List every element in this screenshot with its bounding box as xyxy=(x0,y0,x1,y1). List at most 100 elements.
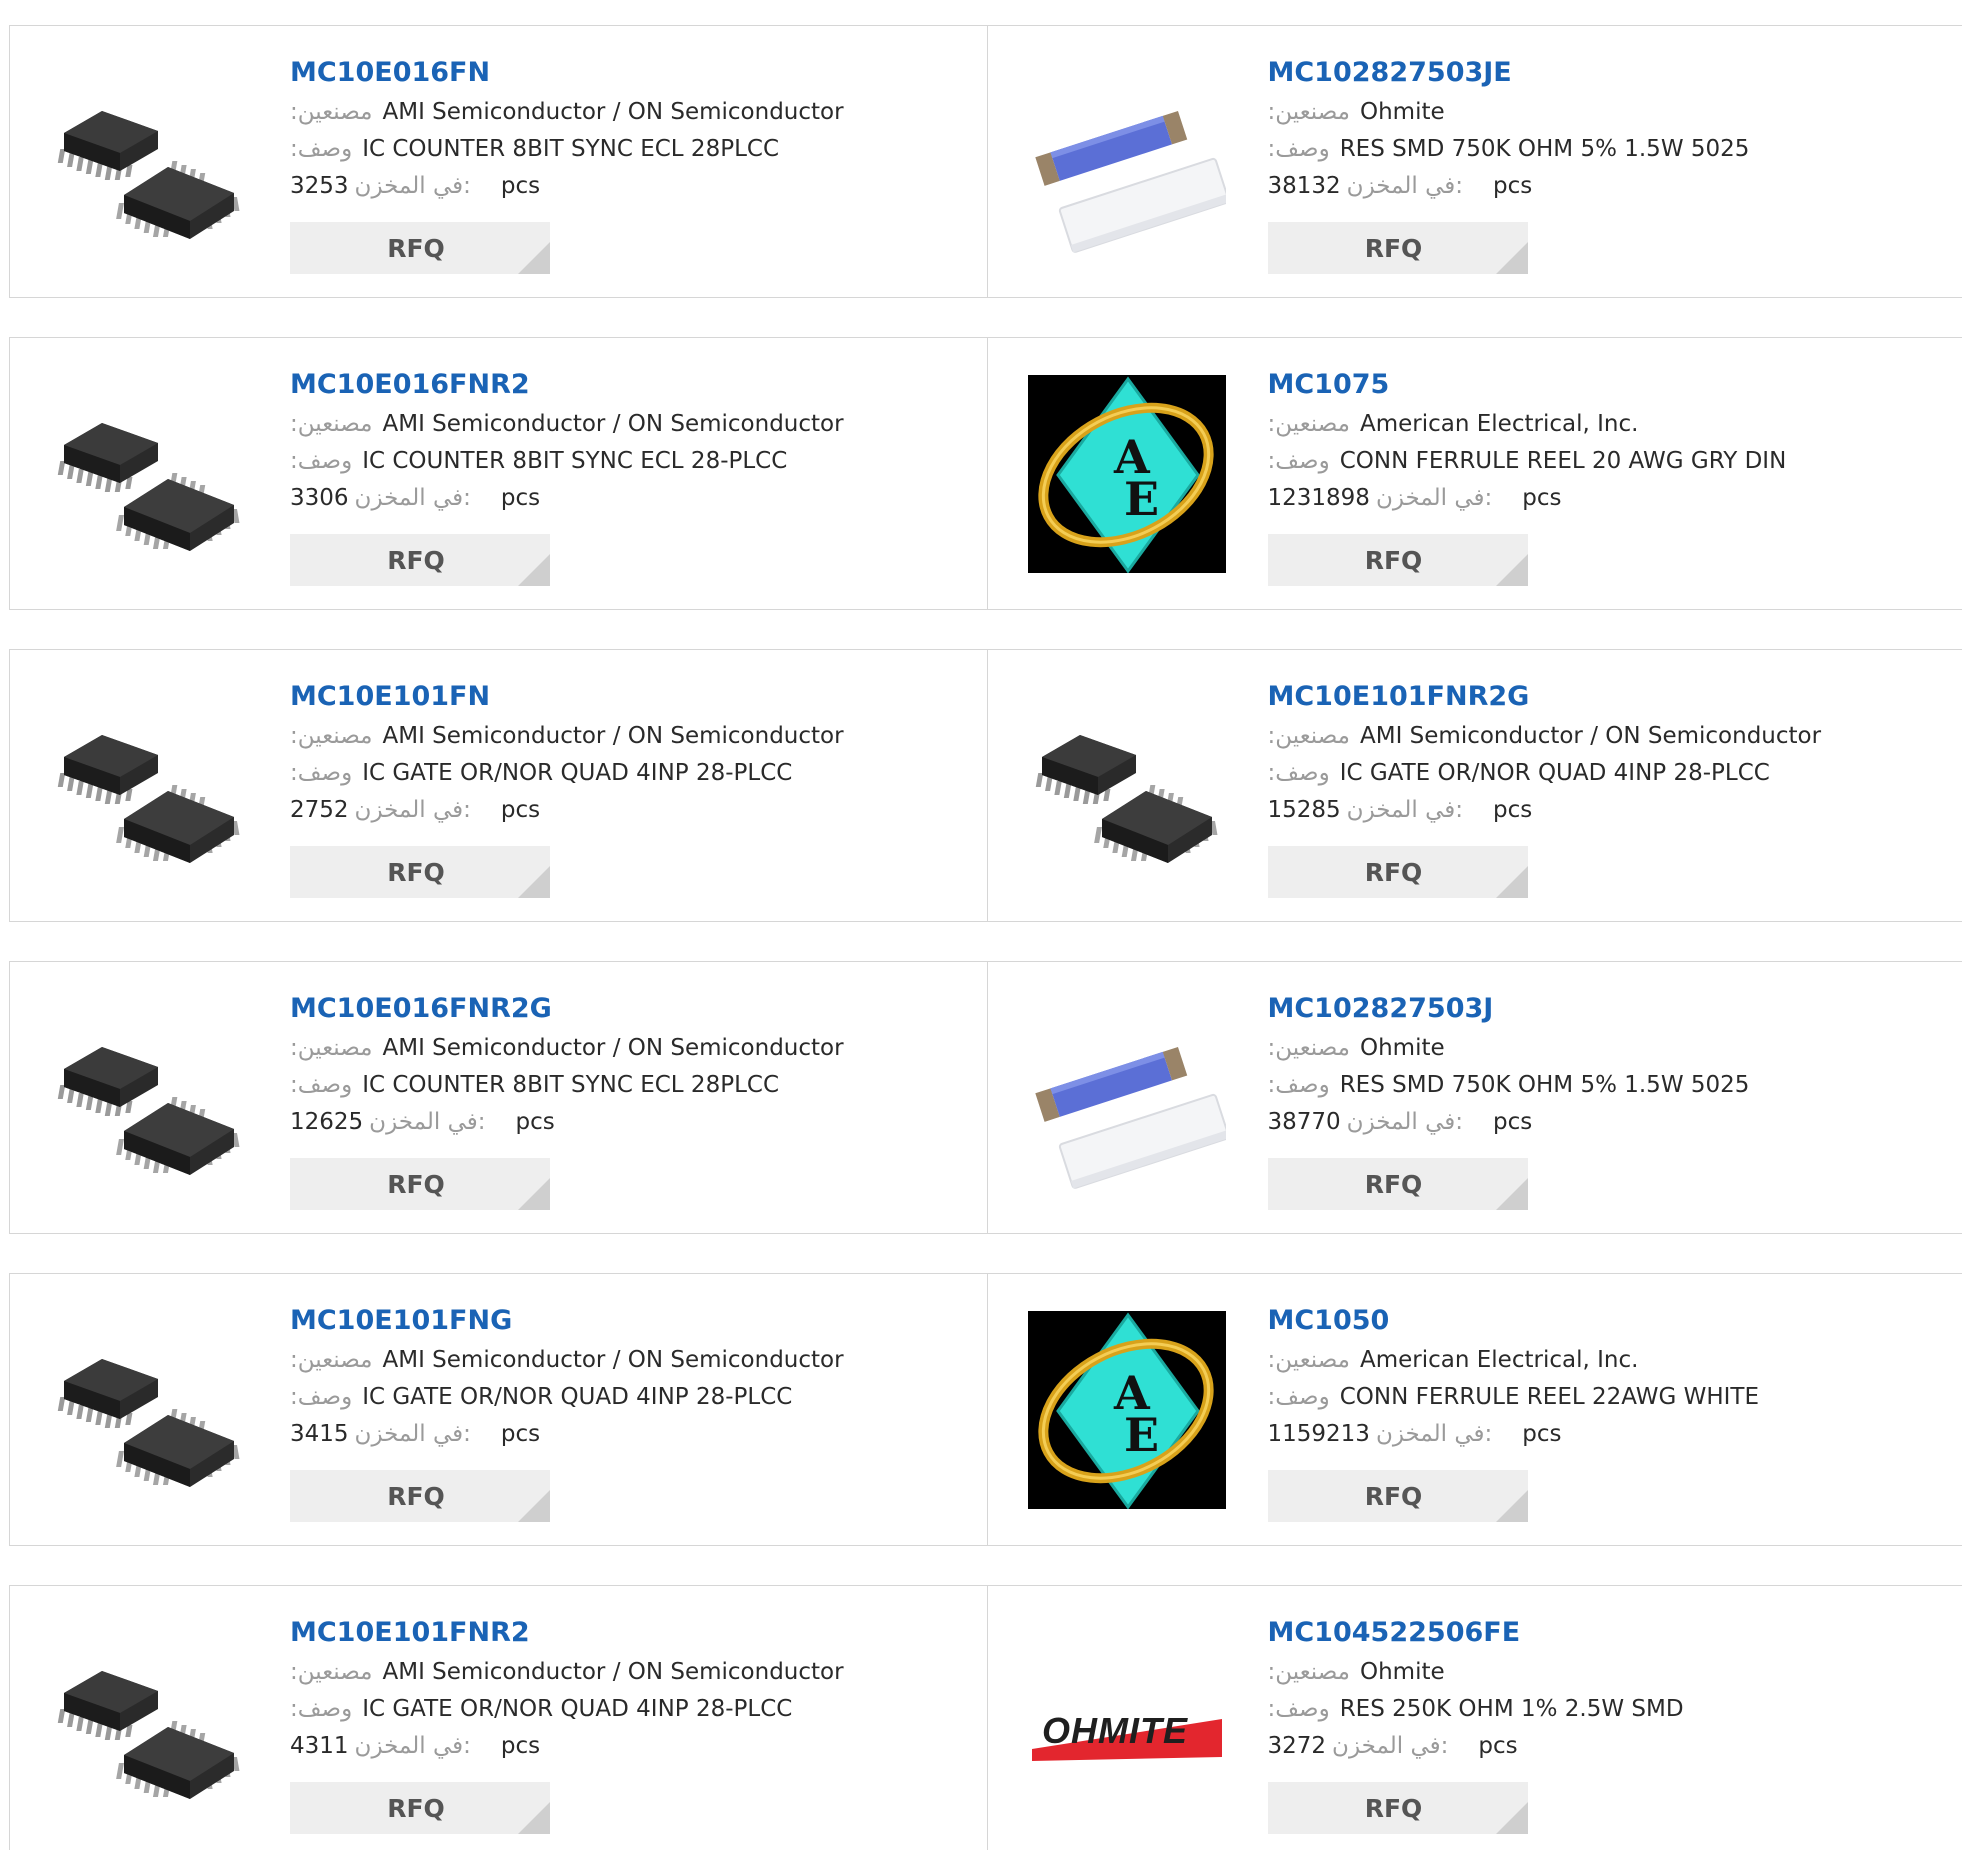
plcc-chip-icon[interactable] xyxy=(50,63,248,261)
description-label: :وصف xyxy=(290,1072,352,1098)
part-number-link[interactable]: MC104522506FE xyxy=(1268,1616,1928,1650)
stock-value: 38132 xyxy=(1268,173,1341,199)
description-value: CONN FERRULE REEL 20 AWG GRY DIN xyxy=(1340,448,1787,474)
rfq-button[interactable]: RFQ xyxy=(290,1782,550,1834)
manufacturer-label: :مصنعين xyxy=(290,99,373,125)
description-line: :وصفCONN FERRULE REEL 20 AWG GRY DIN xyxy=(1268,443,1928,480)
manufacturer-value: AMI Semiconductor / ON Semiconductor xyxy=(383,1659,844,1685)
stock-unit: pcs xyxy=(1478,1733,1517,1759)
stock-unit: pcs xyxy=(1493,1109,1532,1135)
rfq-button[interactable]: RFQ xyxy=(290,534,550,586)
rfq-button[interactable]: RFQ xyxy=(1268,1158,1528,1210)
ae-logo-icon[interactable]: A E xyxy=(1028,1311,1226,1509)
part-number-link[interactable]: MC1075 xyxy=(1268,368,1928,402)
part-number-link[interactable]: MC10E101FN xyxy=(290,680,950,714)
smd-resistor-icon[interactable] xyxy=(1028,999,1226,1197)
product-grid: MC10E016FN :مصنعينAMI Semiconductor / ON… xyxy=(9,25,1962,1850)
manufacturer-value: AMI Semiconductor / ON Semiconductor xyxy=(1360,723,1821,749)
rfq-label: RFQ xyxy=(1365,546,1423,575)
description-value: IC GATE OR/NOR QUAD 4INP 28-PLCC xyxy=(362,1384,792,1410)
manufacturer-label: :مصنعين xyxy=(290,1035,373,1061)
manufacturer-label: :مصنعين xyxy=(1268,411,1351,437)
corner-triangle-icon xyxy=(518,1802,550,1834)
rfq-button[interactable]: RFQ xyxy=(1268,1782,1528,1834)
rfq-label: RFQ xyxy=(1365,1170,1423,1199)
manufacturer-line: :مصنعينOhmite xyxy=(1268,1654,1928,1691)
part-number-link[interactable]: MC10E016FNR2 xyxy=(290,368,950,402)
manufacturer-value: American Electrical, Inc. xyxy=(1360,411,1638,437)
manufacturer-value: AMI Semiconductor / ON Semiconductor xyxy=(383,1035,844,1061)
plcc-chip-icon[interactable] xyxy=(50,687,248,885)
rfq-button[interactable]: RFQ xyxy=(1268,1470,1528,1522)
manufacturer-label: :مصنعين xyxy=(290,723,373,749)
stock-unit: pcs xyxy=(516,1109,555,1135)
description-label: :وصف xyxy=(1268,1696,1330,1722)
ohmite-logo-icon[interactable]: OHMITE xyxy=(1028,1623,1226,1821)
description-line: :وصفRES SMD 750K OHM 5% 1.5W 5025 xyxy=(1268,131,1928,168)
plcc-chip-icon[interactable] xyxy=(50,1311,248,1509)
rfq-label: RFQ xyxy=(387,1170,445,1199)
manufacturer-line: :مصنعينAMI Semiconductor / ON Semiconduc… xyxy=(290,1342,950,1379)
manufacturer-label: :مصنعين xyxy=(1268,1347,1351,1373)
manufacturer-value: AMI Semiconductor / ON Semiconductor xyxy=(383,1347,844,1373)
product-card: MC10E101FNG :مصنعينAMI Semiconductor / O… xyxy=(10,1274,987,1545)
plcc-chip-icon[interactable] xyxy=(1028,687,1226,885)
part-number-link[interactable]: MC102827503J xyxy=(1268,992,1928,1026)
corner-triangle-icon xyxy=(518,1490,550,1522)
stock-value: 3415 xyxy=(290,1421,349,1447)
plcc-chip-icon[interactable] xyxy=(50,999,248,1197)
description-line: :وصفRES 250K OHM 1% 2.5W SMD xyxy=(1268,1691,1928,1728)
rfq-button[interactable]: RFQ xyxy=(290,222,550,274)
product-card: MC10E101FNR2 :مصنعينAMI Semiconductor / … xyxy=(10,1586,987,1850)
manufacturer-label: :مصنعين xyxy=(290,411,373,437)
corner-triangle-icon xyxy=(518,554,550,586)
product-info: MC10E101FNR2G :مصنعينAMI Semiconductor /… xyxy=(1268,680,1928,898)
part-number-link[interactable]: MC1050 xyxy=(1268,1304,1928,1338)
description-line: :وصفCONN FERRULE REEL 22AWG WHITE xyxy=(1268,1379,1928,1416)
stock-label: في المخزن: xyxy=(355,485,471,511)
stock-label: في المخزن: xyxy=(369,1109,485,1135)
rfq-button[interactable]: RFQ xyxy=(290,1158,550,1210)
rfq-button[interactable]: RFQ xyxy=(1268,846,1528,898)
rfq-label: RFQ xyxy=(1365,234,1423,263)
description-label: :وصف xyxy=(1268,760,1330,786)
stock-line: 1231898في المخزن:pcs xyxy=(1268,480,1928,517)
part-number-link[interactable]: MC10E101FNR2 xyxy=(290,1616,950,1650)
corner-triangle-icon xyxy=(1496,866,1528,898)
stock-unit: pcs xyxy=(1522,1421,1561,1447)
smd-resistor-icon[interactable] xyxy=(1028,63,1226,261)
rfq-button[interactable]: RFQ xyxy=(290,1470,550,1522)
stock-line: 12625في المخزن:pcs xyxy=(290,1104,950,1141)
rfq-label: RFQ xyxy=(387,1794,445,1823)
rfq-button[interactable]: RFQ xyxy=(1268,534,1528,586)
product-info: MC10E016FN :مصنعينAMI Semiconductor / ON… xyxy=(290,56,950,274)
manufacturer-line: :مصنعينOhmite xyxy=(1268,1030,1928,1067)
part-number-link[interactable]: MC10E016FN xyxy=(290,56,950,90)
manufacturer-label: :مصنعين xyxy=(1268,1035,1351,1061)
rfq-button[interactable]: RFQ xyxy=(290,846,550,898)
stock-unit: pcs xyxy=(1522,485,1561,511)
rfq-label: RFQ xyxy=(387,1482,445,1511)
ae-logo-icon[interactable]: A E xyxy=(1028,375,1226,573)
part-number-link[interactable]: MC102827503JE xyxy=(1268,56,1928,90)
part-number-link[interactable]: MC10E101FNG xyxy=(290,1304,950,1338)
manufacturer-label: :مصنعين xyxy=(1268,99,1351,125)
manufacturer-value: AMI Semiconductor / ON Semiconductor xyxy=(383,723,844,749)
stock-unit: pcs xyxy=(501,1733,540,1759)
part-number-link[interactable]: MC10E101FNR2G xyxy=(1268,680,1928,714)
rfq-button[interactable]: RFQ xyxy=(1268,222,1528,274)
corner-triangle-icon xyxy=(1496,1490,1528,1522)
stock-unit: pcs xyxy=(1493,797,1532,823)
stock-line: 3415في المخزن:pcs xyxy=(290,1416,950,1453)
description-label: :وصف xyxy=(290,760,352,786)
stock-unit: pcs xyxy=(501,1421,540,1447)
part-number-link[interactable]: MC10E016FNR2G xyxy=(290,992,950,1026)
description-value: IC GATE OR/NOR QUAD 4INP 28-PLCC xyxy=(362,1696,792,1722)
plcc-chip-icon[interactable] xyxy=(50,375,248,573)
stock-value: 4311 xyxy=(290,1733,349,1759)
manufacturer-line: :مصنعينAMI Semiconductor / ON Semiconduc… xyxy=(290,94,950,131)
product-card: OHMITE MC104522506FE :مصنعينOhmite :وصفR… xyxy=(987,1586,1962,1850)
manufacturer-value: Ohmite xyxy=(1360,1659,1445,1685)
stock-label: في المخزن: xyxy=(1347,173,1463,199)
plcc-chip-icon[interactable] xyxy=(50,1623,248,1821)
